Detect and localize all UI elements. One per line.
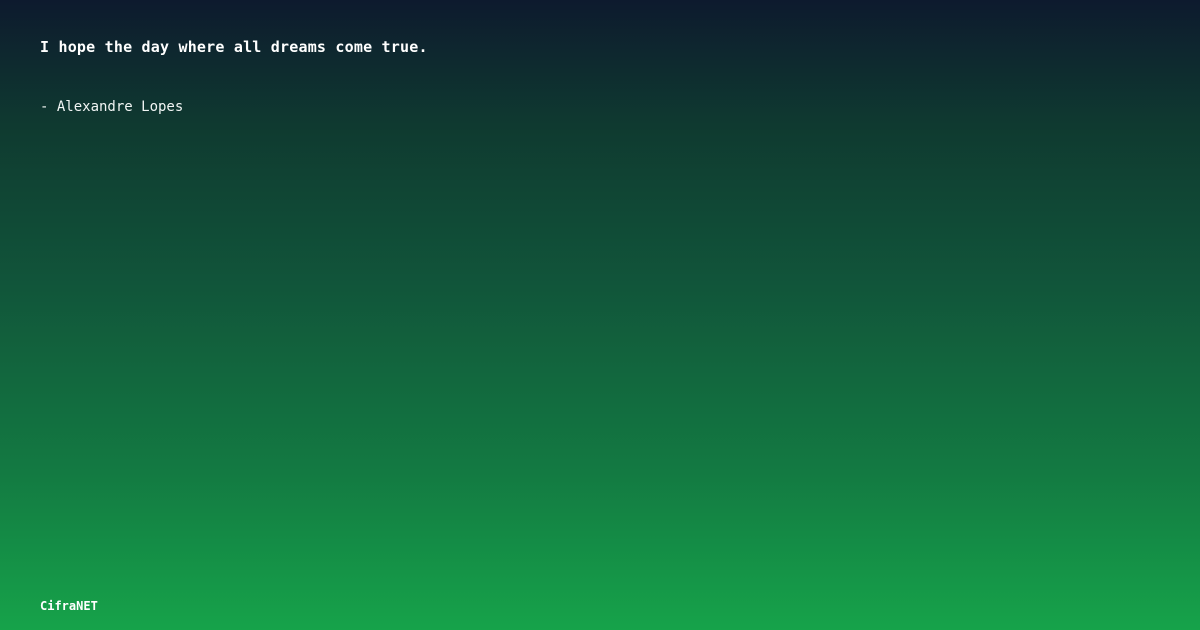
brand-name: CifraNET <box>40 599 98 613</box>
quote-text: I hope the day where all dreams come tru… <box>40 38 428 56</box>
quote-author: - Alexandre Lopes <box>40 99 184 115</box>
